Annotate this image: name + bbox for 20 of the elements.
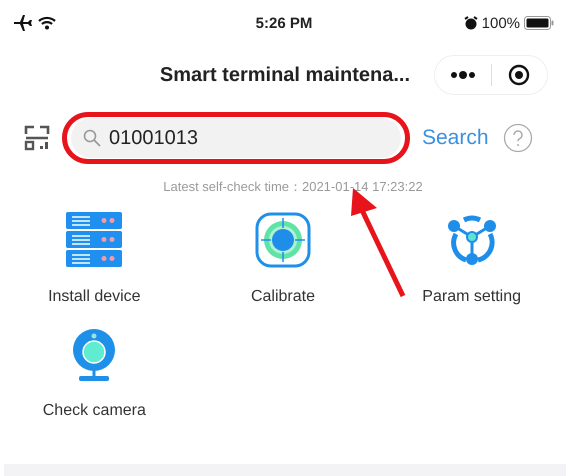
wifi-icon (38, 16, 56, 30)
battery-icon (524, 16, 554, 30)
function-tile[interactable]: Param setting (422, 212, 522, 306)
function-tile[interactable]: Calibrate (250, 212, 315, 306)
status-time: 5:26 PM (256, 14, 312, 32)
alarm-clock-icon (464, 16, 478, 30)
record-icon (508, 64, 530, 86)
more-icon (450, 71, 476, 79)
function-tile[interactable]: Install device (48, 212, 141, 306)
webcam-icon (71, 328, 118, 382)
server-rack-icon (66, 212, 122, 268)
scan-icon[interactable] (24, 125, 50, 151)
function-tile[interactable]: Check camera (42, 328, 146, 420)
target-icon (254, 212, 311, 268)
self-check-time: Latest self-check time：2021-01-14 17:23:22 (162, 178, 424, 196)
airplane-icon (14, 15, 32, 31)
page-title: Smart terminal maintena... (158, 64, 411, 86)
battery-percent: 100% (482, 14, 520, 32)
search-icon (83, 129, 101, 147)
search-field[interactable]: 01001013 (71, 118, 401, 158)
